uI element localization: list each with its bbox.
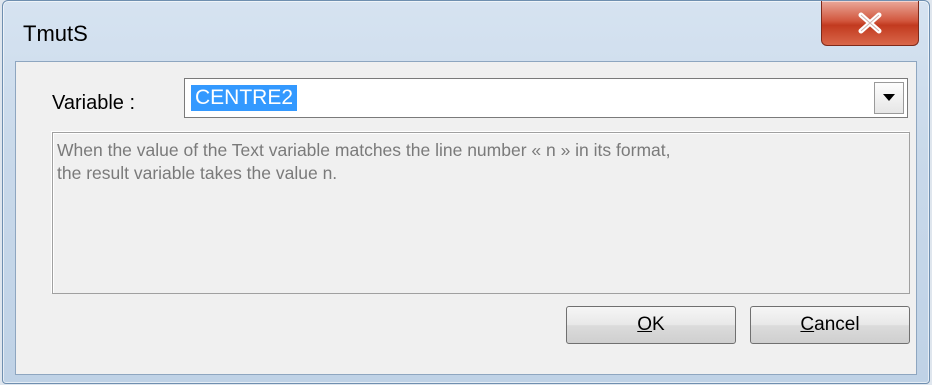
close-x-icon <box>857 12 883 34</box>
close-button[interactable] <box>821 1 919 46</box>
description-line-1: When the value of the Text variable matc… <box>57 140 671 160</box>
chevron-down-icon <box>883 89 895 107</box>
cancel-button[interactable]: Cancel <box>750 306 910 344</box>
description-box: When the value of the Text variable matc… <box>52 132 910 294</box>
ok-button[interactable]: OK <box>566 306 736 344</box>
description-line-2: the result variable takes the value n. <box>57 163 338 183</box>
dialog-window: TmutS Variable : CENTRE2 When the value … <box>2 0 930 384</box>
ok-label-rest: K <box>652 314 665 335</box>
variable-label: Variable : <box>52 92 136 114</box>
dropdown-button[interactable] <box>874 82 904 114</box>
cancel-mnemonic: C <box>800 314 815 335</box>
variable-combobox[interactable]: CENTRE2 <box>184 78 908 118</box>
cancel-label-rest: ancel <box>814 314 860 335</box>
variable-selected-value[interactable]: CENTRE2 <box>191 85 298 111</box>
ok-mnemonic: O <box>637 314 653 335</box>
dialog-client-area: Variable : CENTRE2 When the value of the… <box>15 61 917 375</box>
window-title: TmutS <box>23 21 88 46</box>
